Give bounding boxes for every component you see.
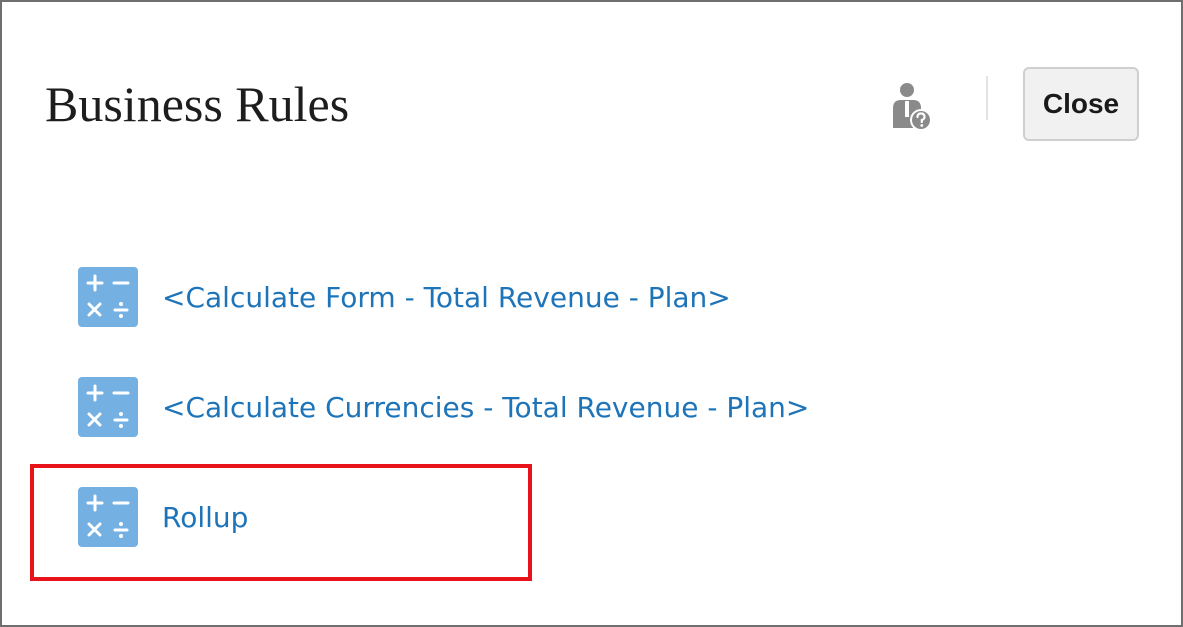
calculator-icon: [78, 377, 138, 437]
dialog-title: Business Rules: [45, 76, 350, 132]
toolbar-divider: [986, 76, 988, 120]
user-help-icon[interactable]: [887, 78, 937, 134]
calculator-icon: [78, 267, 138, 327]
rule-label: <Calculate Currencies - Total Revenue - …: [162, 390, 810, 424]
rule-label: <Calculate Form - Total Revenue - Plan>: [162, 280, 731, 314]
business-rules-dialog: Business Rules Close <Calculate Form - T…: [0, 0, 1183, 627]
rule-item-calculate-currencies[interactable]: <Calculate Currencies - Total Revenue - …: [78, 377, 809, 437]
close-button[interactable]: Close: [1023, 67, 1139, 141]
highlight-annotation-box: [30, 464, 532, 581]
rule-item-calculate-form[interactable]: <Calculate Form - Total Revenue - Plan>: [78, 267, 731, 327]
